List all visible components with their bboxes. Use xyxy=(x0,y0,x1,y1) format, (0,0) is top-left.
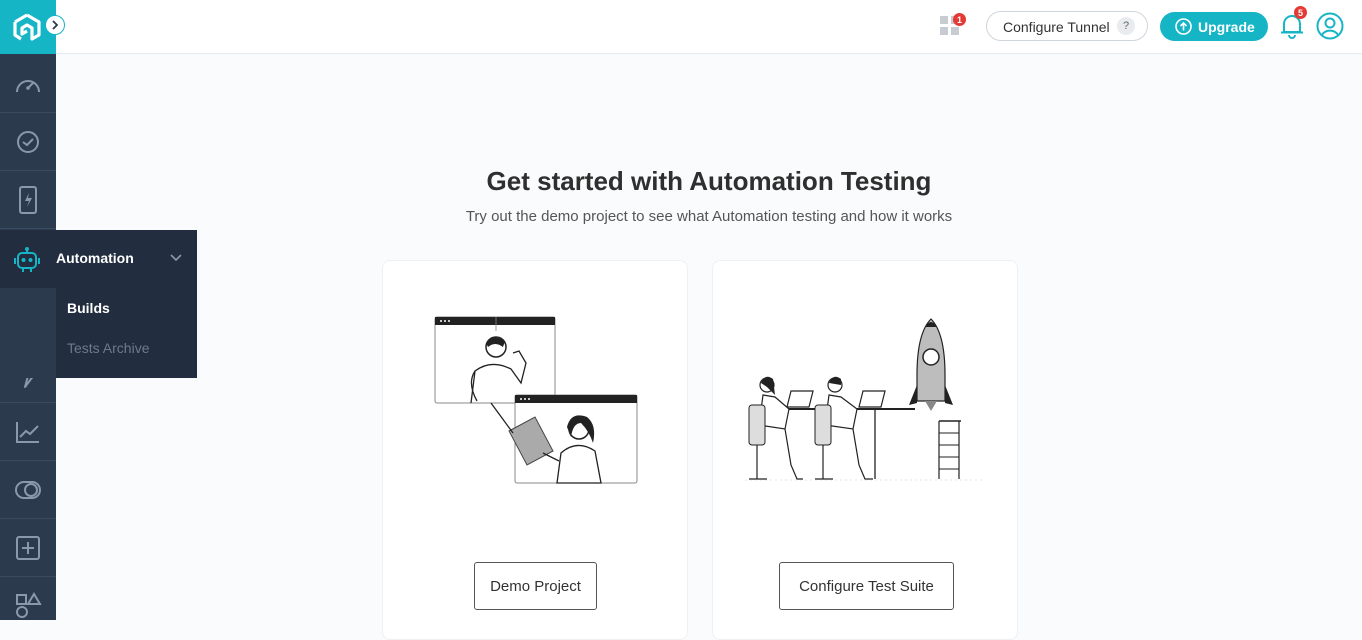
chevron-down-icon[interactable] xyxy=(170,254,182,262)
user-avatar-icon xyxy=(1316,12,1344,40)
flyout-title: Automation xyxy=(56,250,134,266)
configure-test-suite-button[interactable]: Configure Test Suite xyxy=(779,562,954,610)
lambdatest-logo-icon xyxy=(13,13,41,41)
toggle-rings-icon xyxy=(15,480,41,499)
robot-icon xyxy=(14,247,40,272)
upgrade-label: Upgrade xyxy=(1198,19,1255,35)
configure-tunnel-button[interactable]: Configure Tunnel ? xyxy=(986,11,1148,41)
nav-integrations[interactable] xyxy=(0,577,56,634)
nav-test-manager[interactable] xyxy=(0,461,56,519)
automation-flyout-menu: Automation Builds Tests Archive xyxy=(0,230,197,378)
flyout-collapsed-rail xyxy=(0,288,56,378)
collaboration-illustration xyxy=(434,316,638,484)
chevron-right-icon xyxy=(52,20,59,30)
nav-dashboard[interactable] xyxy=(0,55,56,113)
team-rocket-illustration xyxy=(745,318,985,481)
demo-project-button[interactable]: Demo Project xyxy=(474,562,597,610)
help-icon[interactable]: ? xyxy=(1117,17,1135,35)
configure-tunnel-label: Configure Tunnel xyxy=(1003,19,1110,35)
nav-realtime[interactable] xyxy=(0,113,56,171)
configure-test-suite-card: Configure Test Suite xyxy=(712,260,1018,640)
nav-add[interactable] xyxy=(0,519,56,577)
shapes-icon xyxy=(16,591,42,618)
arrow-up-circle-icon xyxy=(1175,18,1192,35)
notifications-badge: 5 xyxy=(1294,6,1307,19)
nav-analytics[interactable] xyxy=(0,403,56,461)
speedometer-icon xyxy=(16,79,40,92)
flyout-item-builds[interactable]: Builds xyxy=(67,300,110,316)
demo-project-card: Demo Project xyxy=(382,260,688,640)
flyout-item-tests-archive[interactable]: Tests Archive xyxy=(67,340,149,356)
page-subtitle: Try out the demo project to see what Aut… xyxy=(465,208,953,225)
sidebar-expand-button[interactable] xyxy=(45,15,65,35)
mobile-bolt-icon xyxy=(19,185,37,214)
apps-badge: 1 xyxy=(953,13,966,26)
clock-icon xyxy=(17,130,39,153)
plus-square-icon xyxy=(16,535,40,560)
upgrade-button[interactable]: Upgrade xyxy=(1160,12,1268,41)
flyout-header-automation[interactable]: Automation xyxy=(0,230,197,288)
chart-line-icon xyxy=(16,421,39,443)
nav-real-device[interactable] xyxy=(0,171,56,229)
user-menu-button[interactable] xyxy=(1316,12,1344,45)
page-title: Get started with Automation Testing xyxy=(486,166,932,196)
